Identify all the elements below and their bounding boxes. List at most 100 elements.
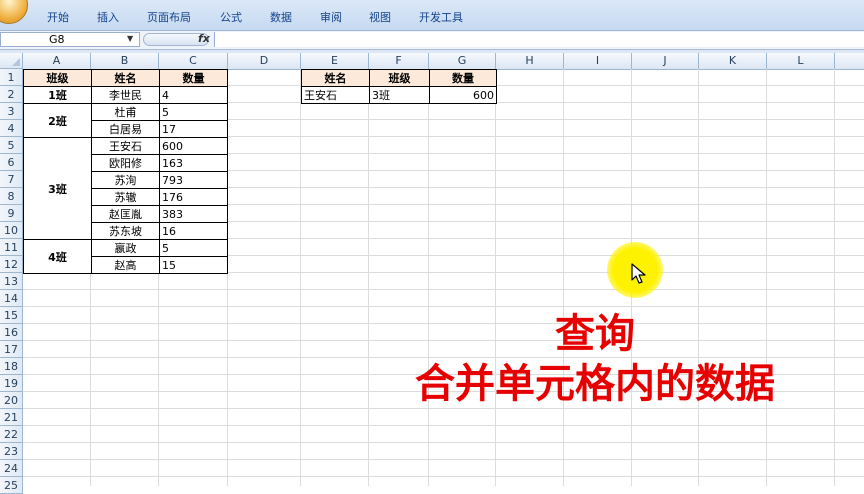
mouse-pointer-icon <box>631 263 646 284</box>
lookup-cell-name[interactable]: 王安石 <box>301 86 370 104</box>
name-box[interactable]: G8 <box>0 32 140 47</box>
row-header[interactable]: 17 <box>0 341 23 358</box>
cell-quantity[interactable]: 5 <box>159 103 228 121</box>
column-header-a[interactable]: A <box>23 53 91 69</box>
gridline <box>368 69 369 486</box>
column-header-g[interactable]: G <box>429 53 496 69</box>
gridline <box>698 69 699 486</box>
merged-cell-class[interactable]: 3班 <box>23 137 92 240</box>
gridline <box>563 69 564 486</box>
gridline <box>23 442 864 443</box>
cell-quantity[interactable]: 383 <box>159 205 228 223</box>
gridline <box>300 69 301 486</box>
tab-view[interactable]: 视图 <box>369 9 391 25</box>
chevron-down-icon[interactable]: ▼ <box>127 32 133 45</box>
fx-icon[interactable]: fx <box>198 32 210 46</box>
gridline <box>23 476 864 477</box>
cell-name[interactable]: 杜甫 <box>91 103 160 121</box>
row-header[interactable]: 16 <box>0 324 23 341</box>
lookup-cell-quantity[interactable]: 600 <box>429 86 497 104</box>
tab-insert[interactable]: 插入 <box>97 9 119 25</box>
row-header[interactable]: 22 <box>0 426 23 443</box>
merged-cell-class[interactable]: 1班 <box>23 86 92 104</box>
row-header[interactable]: 24 <box>0 460 23 477</box>
select-all-icon <box>12 58 20 66</box>
tab-formulas[interactable]: 公式 <box>220 9 242 25</box>
row-header[interactable]: 10 <box>0 222 23 239</box>
gridline <box>766 69 767 486</box>
lookup-header-quantity[interactable]: 数量 <box>429 69 497 87</box>
column-header-b[interactable]: B <box>91 53 159 69</box>
row-header[interactable]: 1 <box>0 69 23 86</box>
row-header[interactable]: 12 <box>0 256 23 273</box>
header-cell-class[interactable]: 班级 <box>23 69 92 87</box>
column-header-e[interactable]: E <box>301 53 369 69</box>
tab-data[interactable]: 数据 <box>270 9 292 25</box>
row-header[interactable]: 15 <box>0 307 23 324</box>
row-header[interactable]: 13 <box>0 273 23 290</box>
formula-bar: G8 ▼ fx <box>0 31 864 50</box>
cell-quantity[interactable]: 4 <box>159 86 228 104</box>
row-header[interactable]: 11 <box>0 239 23 256</box>
tab-review[interactable]: 审阅 <box>320 9 342 25</box>
row-header[interactable]: 5 <box>0 137 23 154</box>
column-header-i[interactable]: I <box>564 53 632 69</box>
row-header[interactable]: 21 <box>0 409 23 426</box>
tab-home[interactable]: 开始 <box>47 9 69 25</box>
cell-name[interactable]: 苏辙 <box>91 188 160 206</box>
merged-cell-class[interactable]: 4班 <box>23 239 92 274</box>
cell-name[interactable]: 李世民 <box>91 86 160 104</box>
merged-cell-class[interactable]: 2班 <box>23 103 92 138</box>
tab-developer[interactable]: 开发工具 <box>419 9 463 25</box>
row-header[interactable]: 19 <box>0 375 23 392</box>
cell-name[interactable]: 欧阳修 <box>91 154 160 172</box>
lookup-cell-class[interactable]: 3班 <box>369 86 430 104</box>
cell-name[interactable]: 赵高 <box>91 256 160 274</box>
row-header[interactable]: 4 <box>0 120 23 137</box>
tab-page-layout[interactable]: 页面布局 <box>147 9 191 25</box>
cell-quantity[interactable]: 5 <box>159 239 228 257</box>
cell-name[interactable]: 王安石 <box>91 137 160 155</box>
cell-name[interactable]: 苏东坡 <box>91 222 160 240</box>
row-header[interactable]: 7 <box>0 171 23 188</box>
cell-name[interactable]: 嬴政 <box>91 239 160 257</box>
cell-quantity[interactable]: 163 <box>159 154 228 172</box>
row-header[interactable]: 6 <box>0 154 23 171</box>
select-all-button[interactable] <box>0 53 23 69</box>
column-header-l[interactable]: L <box>767 53 835 69</box>
office-button[interactable] <box>0 0 28 24</box>
row-header[interactable]: 9 <box>0 205 23 222</box>
cell-quantity[interactable]: 600 <box>159 137 228 155</box>
formula-input[interactable] <box>214 32 864 47</box>
column-header-k[interactable]: K <box>699 53 767 69</box>
cell-name[interactable]: 苏洵 <box>91 171 160 189</box>
row-header[interactable]: 2 <box>0 86 23 103</box>
column-header-h[interactable]: H <box>496 53 564 69</box>
cell-quantity[interactable]: 15 <box>159 256 228 274</box>
row-header[interactable]: 14 <box>0 290 23 307</box>
cell-name[interactable]: 白居易 <box>91 120 160 138</box>
lookup-header-class[interactable]: 班级 <box>369 69 430 87</box>
gridline <box>23 459 864 460</box>
cell-quantity[interactable]: 793 <box>159 171 228 189</box>
cell-name[interactable]: 赵匡胤 <box>91 205 160 223</box>
row-header[interactable]: 23 <box>0 443 23 460</box>
overlay-title: 查询 <box>555 311 635 357</box>
header-cell-quantity[interactable]: 数量 <box>159 69 228 87</box>
cell-quantity[interactable]: 17 <box>159 120 228 138</box>
row-header[interactable]: 20 <box>0 392 23 409</box>
row-header[interactable]: 8 <box>0 188 23 205</box>
cell-quantity[interactable]: 16 <box>159 222 228 240</box>
column-header-c[interactable]: C <box>159 53 228 69</box>
column-header-j[interactable]: J <box>632 53 699 69</box>
gridline <box>428 69 429 486</box>
header-cell-name[interactable]: 姓名 <box>91 69 160 87</box>
ribbon: 开始 插入 页面布局 公式 数据 审阅 视图 开发工具 <box>0 0 864 31</box>
column-header-f[interactable]: F <box>369 53 429 69</box>
column-header-d[interactable]: D <box>228 53 301 69</box>
row-header[interactable]: 3 <box>0 103 23 120</box>
row-header[interactable]: 18 <box>0 358 23 375</box>
lookup-header-name[interactable]: 姓名 <box>301 69 370 87</box>
cell-quantity[interactable]: 176 <box>159 188 228 206</box>
gridline <box>23 425 864 426</box>
